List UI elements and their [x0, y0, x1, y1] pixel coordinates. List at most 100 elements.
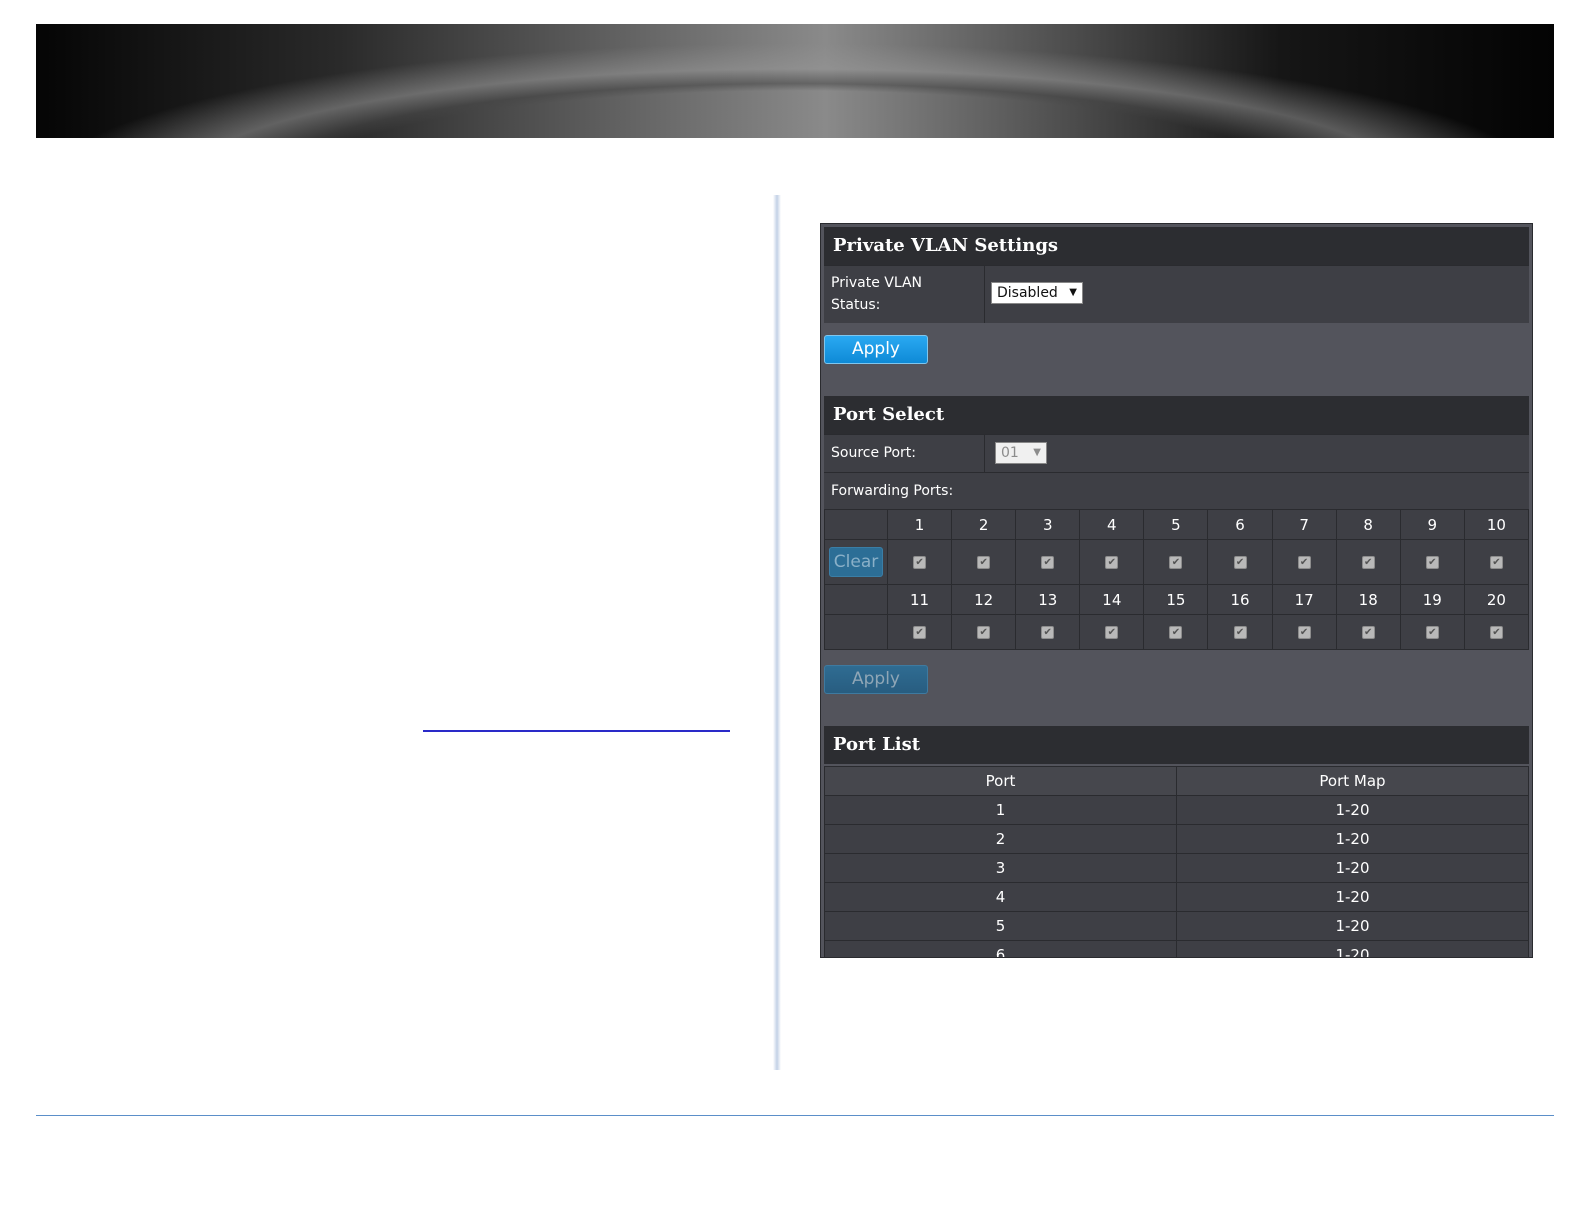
private-vlan-panel: Private VLAN Settings Private VLAN Statu… — [820, 223, 1533, 958]
table-row: 3 1-20 — [824, 853, 1529, 883]
port-checkbox[interactable]: ✔ — [1489, 626, 1503, 639]
chevron-down-icon: ▼ — [1033, 447, 1041, 458]
port-list-title: Port List — [824, 726, 1529, 764]
port-number-row: 11 12 13 14 15 16 17 18 19 20 — [824, 584, 1530, 615]
port-checkbox[interactable]: ✔ — [1233, 556, 1247, 569]
port-checkbox-cell: ✔ — [1463, 539, 1530, 585]
port-checkbox[interactable]: ✔ — [1041, 626, 1055, 639]
port-select-title: Port Select — [824, 396, 1529, 434]
clear-button[interactable]: Clear — [829, 547, 883, 577]
blank-cell — [824, 614, 888, 650]
port-checkbox-cell: ✔ — [1207, 539, 1273, 585]
port-checkbox[interactable]: ✔ — [1169, 626, 1183, 639]
source-port-value: 01 — [1001, 445, 1019, 461]
column-divider — [773, 195, 781, 1070]
port-checkbox[interactable]: ✔ — [1297, 556, 1311, 569]
port-number-label: 11 — [886, 584, 953, 615]
port-checkbox[interactable]: ✔ — [1041, 556, 1055, 569]
port-checkbox-cell: ✔ — [951, 614, 1017, 650]
port-number-label: 15 — [1143, 584, 1209, 615]
table-row: 4 1-20 — [824, 882, 1529, 912]
row-separator — [984, 435, 985, 472]
port-number-label: 14 — [1079, 584, 1145, 615]
port-checkbox-cell: ✔ — [1399, 614, 1465, 650]
port-number-label: 13 — [1015, 584, 1081, 615]
column-header-port: Port — [824, 766, 1177, 796]
port-number-label: 3 — [1015, 509, 1081, 540]
port-cell: 5 — [824, 911, 1177, 941]
port-number-label: 4 — [1079, 509, 1145, 540]
table-row: 2 1-20 — [824, 824, 1529, 854]
port-number-label: 12 — [951, 584, 1017, 615]
private-vlan-status-select[interactable]: Disabled ▼ — [991, 282, 1083, 304]
source-port-row: Source Port: 01 ▼ — [824, 434, 1529, 472]
port-checkbox-row: ✔ ✔ ✔ ✔ ✔ ✔ ✔ ✔ ✔ ✔ — [824, 614, 1530, 650]
apply-button-vlan[interactable]: Apply — [824, 335, 928, 364]
status-select-value: Disabled — [997, 285, 1058, 301]
port-checkbox[interactable]: ✔ — [913, 556, 927, 569]
status-label-line1: Private VLAN — [831, 275, 923, 291]
source-port-label: Source Port: — [831, 445, 917, 461]
blank-cell — [824, 584, 888, 615]
private-vlan-status-row: Private VLAN Status: Disabled ▼ — [824, 265, 1529, 323]
port-map-cell: 1-20 — [1176, 911, 1529, 941]
row-separator — [984, 266, 985, 323]
port-checkbox-cell: ✔ — [1015, 539, 1081, 585]
port-checkbox[interactable]: ✔ — [1297, 626, 1311, 639]
port-checkbox[interactable]: ✔ — [1105, 626, 1119, 639]
port-checkbox[interactable]: ✔ — [977, 626, 991, 639]
port-checkbox[interactable]: ✔ — [1361, 556, 1375, 569]
column-header-port-map: Port Map — [1176, 766, 1529, 796]
port-number-label: 9 — [1399, 509, 1465, 540]
port-checkbox[interactable]: ✔ — [1489, 556, 1503, 569]
forwarding-ports-label: Forwarding Ports: — [831, 483, 954, 499]
port-number-label: 8 — [1335, 509, 1401, 540]
port-cell: 4 — [824, 882, 1177, 912]
port-list-header: Port Port Map — [824, 766, 1529, 796]
port-number-row: 1 2 3 4 5 6 7 8 9 10 — [824, 509, 1530, 540]
apply-button-ports[interactable]: Apply — [824, 665, 928, 694]
port-checkbox-cell: ✔ — [1463, 614, 1530, 650]
port-checkbox-cell: ✔ — [1399, 539, 1465, 585]
table-row: 1 1-20 — [824, 795, 1529, 825]
private-vlan-settings-title: Private VLAN Settings — [824, 227, 1529, 265]
port-number-label: 18 — [1335, 584, 1401, 615]
blank-cell — [824, 509, 888, 540]
port-number-label: 20 — [1463, 584, 1530, 615]
status-label-line2: Status: — [831, 297, 881, 313]
port-number-label: 17 — [1271, 584, 1337, 615]
link-underline[interactable] — [423, 730, 730, 732]
private-vlan-status-label: Private VLAN Status: — [831, 272, 922, 316]
port-map-cell: 1-20 — [1176, 795, 1529, 825]
port-number-label: 16 — [1207, 584, 1273, 615]
port-checkbox-cell: ✔ — [1079, 539, 1145, 585]
source-port-select[interactable]: 01 ▼ — [995, 442, 1047, 464]
port-checkbox-cell: ✔ — [1335, 614, 1401, 650]
port-checkbox-cell: ✔ — [1015, 614, 1081, 650]
port-checkbox-cell: ✔ — [1143, 539, 1209, 585]
port-checkbox[interactable]: ✔ — [977, 556, 991, 569]
forwarding-ports-table: 1 2 3 4 5 6 7 8 9 10 Clear ✔ ✔ ✔ ✔ ✔ ✔ ✔ ✔ ✔ ✔ 11 12 13 14 15 1… — [824, 509, 1530, 650]
port-checkbox[interactable]: ✔ — [1425, 556, 1439, 569]
port-checkbox[interactable]: ✔ — [1361, 626, 1375, 639]
header-banner — [36, 24, 1554, 138]
port-checkbox[interactable]: ✔ — [1425, 626, 1439, 639]
table-row: 6 1-20 — [824, 940, 1529, 957]
port-checkbox[interactable]: ✔ — [1233, 626, 1247, 639]
port-checkbox-cell: ✔ — [1335, 539, 1401, 585]
port-number-label: 1 — [886, 509, 953, 540]
port-checkbox[interactable]: ✔ — [913, 626, 927, 639]
port-number-label: 6 — [1207, 509, 1273, 540]
port-checkbox-cell: ✔ — [886, 539, 953, 585]
port-cell: 2 — [824, 824, 1177, 854]
table-row: 5 1-20 — [824, 911, 1529, 941]
port-number-label: 19 — [1399, 584, 1465, 615]
port-checkbox-cell: ✔ — [1143, 614, 1209, 650]
port-cell: 6 — [824, 940, 1177, 957]
port-number-label: 5 — [1143, 509, 1209, 540]
forwarding-ports-row: Forwarding Ports: — [824, 472, 1529, 509]
port-checkbox-cell: ✔ — [1271, 539, 1337, 585]
port-checkbox[interactable]: ✔ — [1169, 556, 1183, 569]
port-checkbox[interactable]: ✔ — [1105, 556, 1119, 569]
port-checkbox-cell: ✔ — [1207, 614, 1273, 650]
